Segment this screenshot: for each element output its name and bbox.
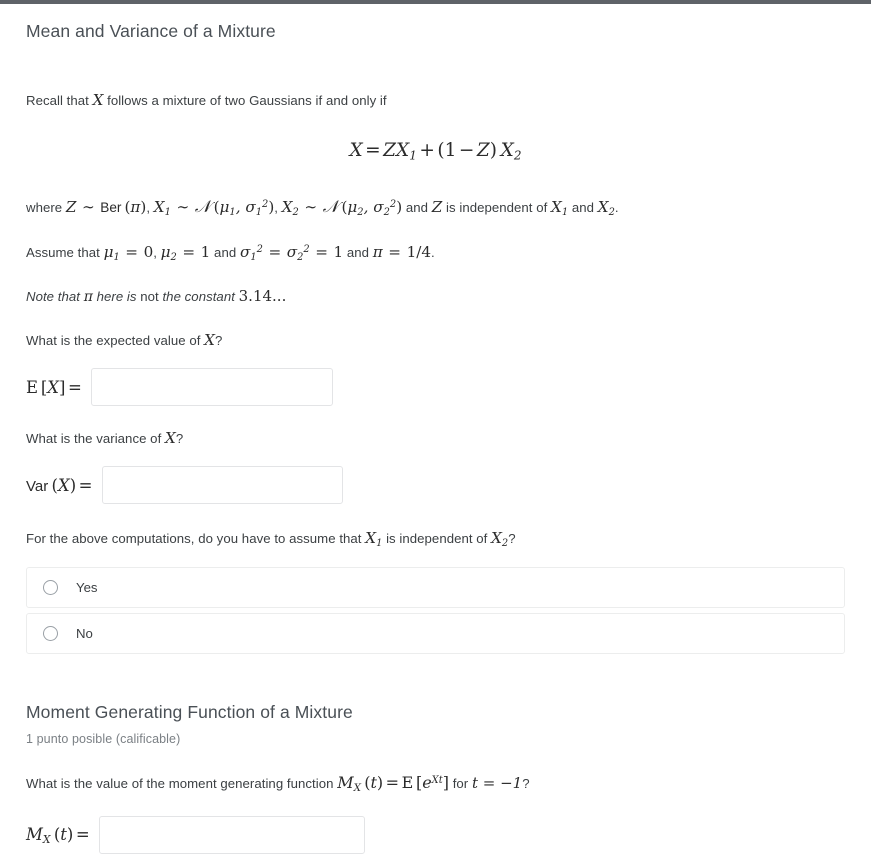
where-word: where — [26, 200, 66, 216]
assumption-line: Assume that μ1 = 0, μ2 = 1 and σ12 = σ22… — [26, 243, 435, 264]
radio-icon-no[interactable] — [43, 626, 58, 642]
where-comma-2: , — [274, 200, 282, 216]
question-variance: What is the variance of X? — [26, 427, 845, 449]
q-indep-x2: X — [491, 529, 502, 548]
q-mgf-text-2: for — [452, 776, 469, 792]
q-mgf-m-sub: X — [353, 782, 362, 795]
variance-label: Var (X) = — [26, 475, 93, 495]
q-mgf-exp-x: X — [431, 775, 439, 787]
q-mgf-expectation: E — [401, 773, 414, 793]
question-mgf: What is the value of the moment generati… — [26, 773, 530, 795]
variance-operator: Var — [26, 477, 49, 495]
choice-option-yes[interactable]: Yes — [26, 567, 845, 609]
where-z2: Z — [431, 198, 443, 217]
where-and-1: and — [402, 200, 432, 216]
assume-period: . — [431, 245, 435, 261]
assume-and-2: and — [343, 245, 373, 261]
section-title-mgf: Moment Generating Function of a Mixture — [26, 702, 353, 723]
mgf-operator: M — [26, 824, 43, 844]
intro-paragraph: Recall that X follows a mixture of two G… — [26, 89, 845, 111]
mgf-label: MX (t) = — [26, 824, 90, 846]
mgf-argument: t — [60, 824, 67, 844]
q-expected-tail: ? — [214, 333, 223, 349]
variance-variable: X — [57, 475, 70, 495]
q-variance-symbol: X — [165, 429, 176, 448]
q-variance-text: What is the variance of — [26, 431, 162, 447]
where-z: Z — [65, 198, 77, 217]
question-expected-value: What is the expected value of X? — [26, 329, 845, 351]
assignment-page: Mean and Variance of a Mixture Recall th… — [0, 4, 871, 855]
mgf-operator-sub: X — [42, 832, 51, 846]
assume-word: Assume that — [26, 245, 104, 261]
q-indep-text-1: For the above computations, do you have … — [26, 531, 362, 547]
q-mgf-text-1: What is the value of the moment generati… — [26, 776, 334, 792]
note-not-word: not — [140, 288, 159, 304]
where-x1-sub: 1 — [164, 207, 171, 219]
eq-x1: X — [396, 140, 410, 162]
q-expected-symbol: X — [204, 331, 215, 350]
where-and-2: and — [568, 200, 598, 216]
note-tail: the constant — [162, 288, 235, 304]
q-expected-text: What is the expected value of — [26, 333, 201, 349]
note-constant-value: 3.14... — [238, 286, 287, 305]
choice-label-yes: Yes — [76, 580, 98, 596]
q-mgf-t-value: t = −1 — [471, 774, 523, 793]
note-mid: here is — [96, 288, 137, 304]
eq-z: Z — [383, 140, 397, 162]
intro-text: Recall that — [26, 93, 89, 108]
where-x1: X — [153, 198, 165, 217]
where-indep-text: is independent of — [442, 200, 552, 216]
expectation-variable: X — [47, 377, 60, 397]
variance-answer-row: Var (X) = — [26, 466, 845, 505]
expectation-operator: E — [26, 377, 38, 397]
choice-group-independence: Yes No — [26, 567, 845, 655]
symbol-x: X — [92, 91, 104, 109]
where-x2b: X — [597, 198, 609, 217]
q-indep-x1: X — [365, 529, 377, 548]
eq-x2: X — [500, 140, 514, 162]
q-mgf-m: M — [337, 773, 354, 793]
where-comma-1: , — [146, 200, 154, 216]
eq-x2-sub: 2 — [513, 148, 522, 163]
eq-lhs: X — [349, 140, 363, 162]
eq-x1-sub: 1 — [409, 148, 417, 163]
intro-tail-text: follows a mixture of two Gaussians if an… — [107, 93, 387, 108]
where-x1b: X — [551, 198, 562, 217]
choice-label-no: No — [76, 626, 93, 642]
assume-comma: , — [153, 245, 161, 261]
assume-and-1: and — [210, 245, 240, 261]
note-prefix: Note that — [26, 288, 80, 304]
where-x2: X — [281, 198, 293, 217]
choice-option-no[interactable]: No — [26, 613, 845, 655]
q-indep-text-3: ? — [508, 531, 516, 547]
pi-note-line: Note that π here is not the constant 3.1… — [26, 286, 845, 308]
where-period: . — [614, 200, 619, 216]
mgf-answer-row: MX (t) = — [26, 816, 845, 855]
mgf-input[interactable] — [99, 816, 366, 855]
radio-icon-yes[interactable] — [43, 580, 58, 596]
expected-value-label: E [X] = — [26, 377, 82, 397]
q-variance-tail: ? — [175, 431, 184, 447]
eq-z2: Z — [476, 140, 490, 162]
points-possible-label: 1 punto posible (calificable) — [26, 732, 181, 747]
q-indep-x1-sub: 1 — [376, 538, 383, 550]
section-title-mean-variance: Mean and Variance of a Mixture — [26, 21, 276, 41]
expected-value-answer-row: E [X] = — [26, 368, 845, 407]
q-indep-text-2: is independent of — [386, 531, 488, 547]
distribution-definition-line: where Z ∼ Ber (π), X1 ∼ 𝒩 (μ1, σ12), X2 … — [26, 197, 619, 219]
expected-value-input[interactable] — [91, 368, 334, 407]
question-independence: For the above computations, do you have … — [26, 527, 845, 551]
display-equation-mixture: X = ZX1 + (1− Z) X2 — [349, 140, 522, 163]
note-pi-symbol: π — [83, 288, 93, 305]
where-x2-sub: 2 — [292, 207, 299, 219]
variance-input[interactable] — [101, 466, 343, 505]
q-mgf-text-3: ? — [522, 776, 530, 792]
